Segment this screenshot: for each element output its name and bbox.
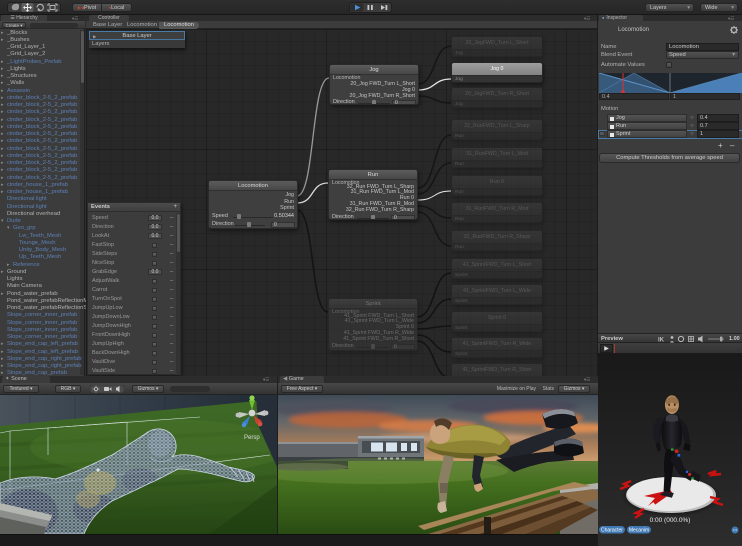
- svg-text:Character: Character: [601, 528, 623, 534]
- svg-text:0:00 (000.0%): 0:00 (000.0%): [650, 517, 691, 524]
- svg-text:Mecanim: Mecanim: [629, 528, 649, 534]
- svg-text:Persp: Persp: [244, 435, 260, 441]
